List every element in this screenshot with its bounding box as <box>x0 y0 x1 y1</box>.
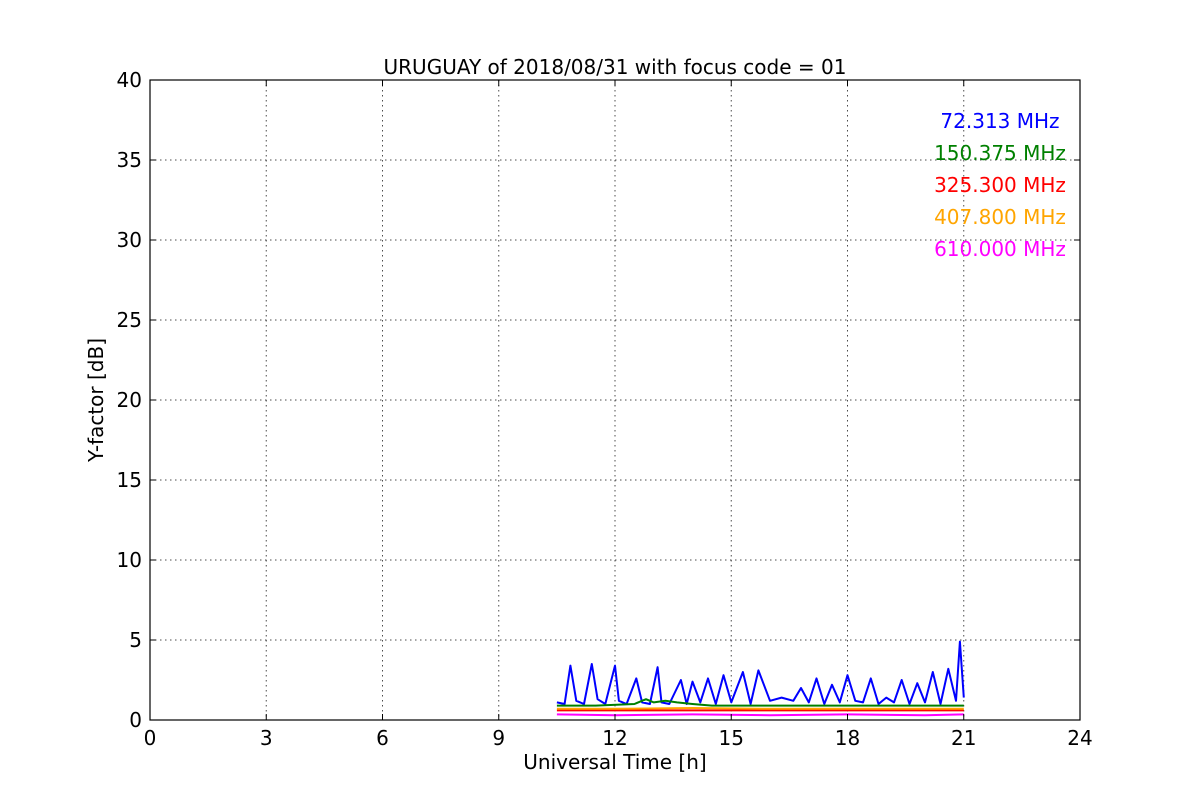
x-tick-label: 0 <box>144 726 157 750</box>
series-layer <box>556 640 965 717</box>
legend: 72.313 MHz 150.375 MHz 325.300 MHz 407.800 … <box>934 109 1066 261</box>
x-axis-title: Universal Time [h] <box>523 750 706 774</box>
x-tick-label: 12 <box>602 726 627 750</box>
x-tick-labels: 0 3 6 9 12 15 18 21 24 <box>144 726 1093 750</box>
y-tick-label: 30 <box>117 228 142 252</box>
y-tick-label: 10 <box>117 548 142 572</box>
y-tick-label: 25 <box>117 308 142 332</box>
legend-entry-0: 72.313 MHz <box>940 109 1059 133</box>
x-tick-label: 6 <box>376 726 389 750</box>
series-line-4 <box>556 713 964 717</box>
y-factor-chart: URUGUAY of 2018/08/31 with focus code = … <box>84 55 1093 774</box>
legend-entry-2: 325.300 MHz <box>934 173 1066 197</box>
x-tick-label: 24 <box>1067 726 1092 750</box>
legend-entry-3: 407.800 MHz <box>934 205 1066 229</box>
x-tick-label: 15 <box>719 726 744 750</box>
y-axis-title: Y-factor [dB] <box>84 338 108 463</box>
y-tick-label: 5 <box>129 628 142 652</box>
y-tick-label: 15 <box>117 468 142 492</box>
series-line-0 <box>556 640 965 705</box>
y-tick-label: 35 <box>117 148 142 172</box>
series-line-3 <box>556 707 964 710</box>
x-tick-label: 3 <box>260 726 273 750</box>
y-tick-label: 0 <box>129 708 142 732</box>
x-tick-label: 9 <box>492 726 505 750</box>
x-tick-label: 18 <box>835 726 860 750</box>
y-tick-labels: 0 5 10 15 20 25 30 35 40 <box>117 68 142 732</box>
x-tick-label: 21 <box>951 726 976 750</box>
legend-entry-1: 150.375 MHz <box>934 141 1066 165</box>
legend-entry-4: 610.000 MHz <box>934 237 1066 261</box>
chart-title: URUGUAY of 2018/08/31 with focus code = … <box>384 55 847 79</box>
y-tick-label: 20 <box>117 388 142 412</box>
y-tick-label: 40 <box>117 68 142 92</box>
